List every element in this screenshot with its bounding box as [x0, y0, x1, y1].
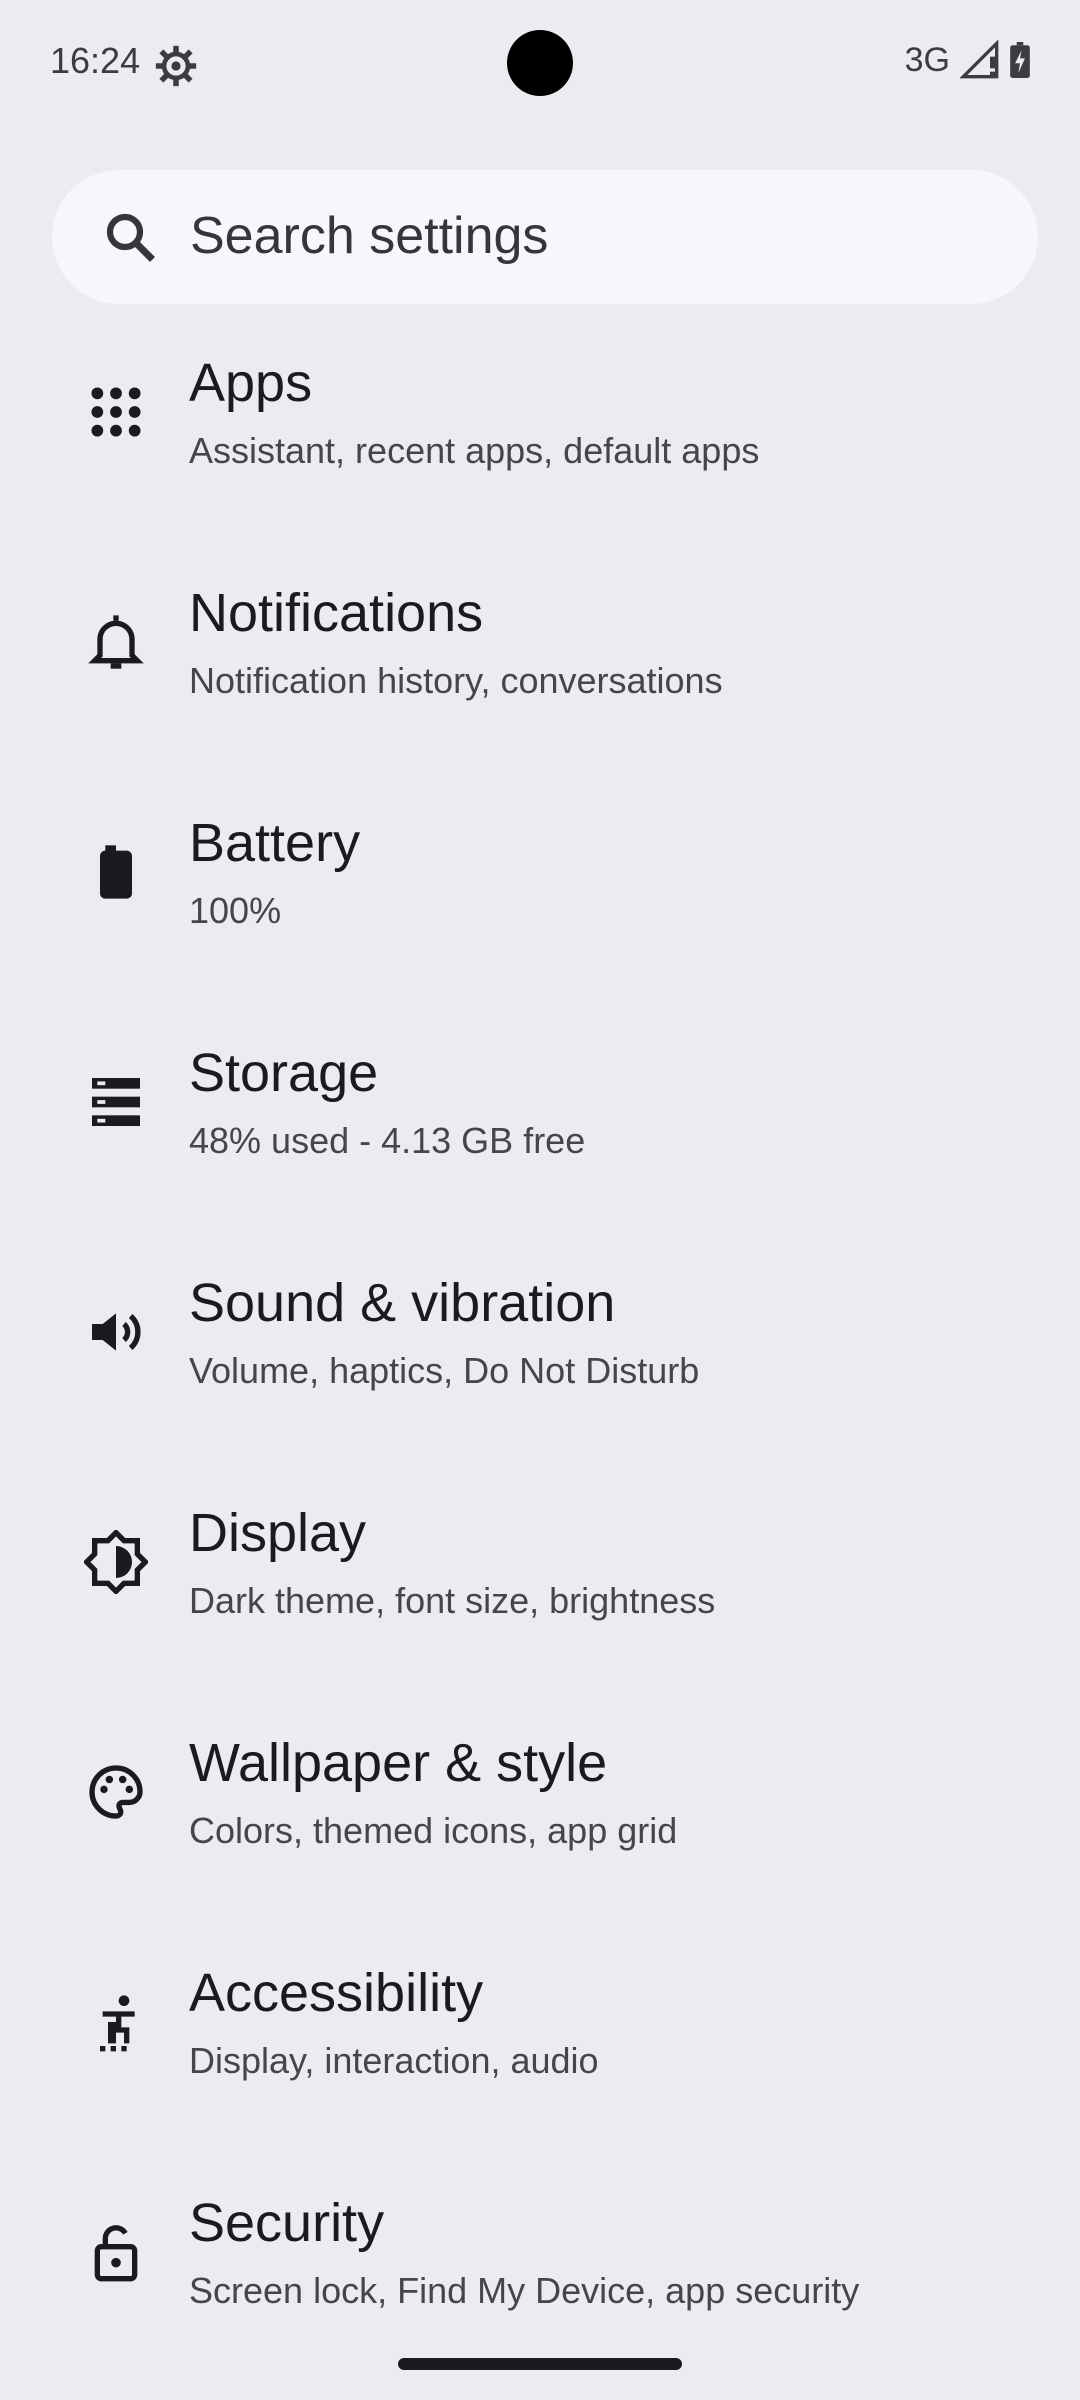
gear-icon: [155, 45, 197, 87]
settings-screen: Apps Assistant, recent apps, default app…: [0, 0, 1080, 2400]
item-subtitle: Screen lock, Find My Device, app securit…: [189, 2270, 860, 2311]
item-title: Apps: [189, 353, 313, 413]
apps-grid-icon: [91, 387, 141, 437]
item-title: Wallpaper & style: [189, 1733, 608, 1793]
brightness-icon: [84, 1530, 148, 1594]
settings-item-battery[interactable]: Battery 100%: [0, 770, 1080, 1000]
camera-cutout: [507, 30, 573, 96]
item-subtitle: Dark theme, font size, brightness: [189, 1580, 716, 1621]
settings-list: Apps Assistant, recent apps, default app…: [0, 0, 1080, 2400]
item-subtitle: Notification history, conversations: [189, 660, 723, 701]
bell-icon: [88, 615, 144, 669]
item-title: Storage: [189, 1043, 379, 1103]
settings-item-accessibility[interactable]: Accessibility Display, interaction, audi…: [0, 1920, 1080, 2150]
palette-icon: [89, 1765, 143, 1819]
settings-item-display[interactable]: Display Dark theme, font size, brightnes…: [0, 1460, 1080, 1690]
status-indicators: 3G: [905, 40, 1030, 80]
signal-icon: [960, 40, 999, 79]
storage-icon: [92, 1078, 140, 1126]
settings-item-notifications[interactable]: Notifications Notification history, conv…: [0, 540, 1080, 770]
settings-item-wallpaper[interactable]: Wallpaper & style Colors, themed icons, …: [0, 1690, 1080, 1920]
item-title: Security: [189, 2193, 385, 2253]
search-placeholder: Search settings: [190, 207, 549, 265]
item-subtitle: Volume, haptics, Do Not Disturb: [189, 1350, 700, 1391]
item-subtitle: 48% used - 4.13 GB free: [189, 1120, 586, 1161]
battery-icon: [100, 845, 132, 899]
item-subtitle: Display, interaction, audio: [189, 2040, 599, 2081]
item-title: Notifications: [189, 583, 484, 643]
item-title: Battery: [189, 813, 361, 873]
item-subtitle: Colors, themed icons, app grid: [189, 1810, 678, 1851]
item-subtitle: Assistant, recent apps, default apps: [189, 430, 760, 471]
lock-icon: [94, 2225, 138, 2282]
status-time: 16:24: [50, 40, 141, 81]
speaker-icon: [92, 1313, 141, 1351]
settings-item-sound[interactable]: Sound & vibration Volume, haptics, Do No…: [0, 1230, 1080, 1460]
network-type: 3G: [904, 40, 950, 79]
status-bar: 16:24 3G: [0, 0, 1080, 128]
battery-charging-icon: [1010, 42, 1030, 78]
settings-item-apps[interactable]: Apps Assistant, recent apps, default app…: [0, 310, 1080, 540]
accessibility-icon: [100, 1995, 135, 2052]
settings-item-security[interactable]: Security Screen lock, Find My Device, ap…: [0, 2150, 1080, 2380]
item-title: Accessibility: [189, 1963, 484, 2023]
item-title: Display: [189, 1503, 367, 1563]
home-indicator[interactable]: [398, 2358, 682, 2370]
search-bar[interactable]: Search settings: [52, 170, 1038, 304]
settings-item-storage[interactable]: Storage 48% used - 4.13 GB free: [0, 1000, 1080, 1230]
search-icon: [106, 213, 155, 262]
item-title: Sound & vibration: [189, 1273, 616, 1333]
item-subtitle: 100%: [189, 890, 282, 931]
